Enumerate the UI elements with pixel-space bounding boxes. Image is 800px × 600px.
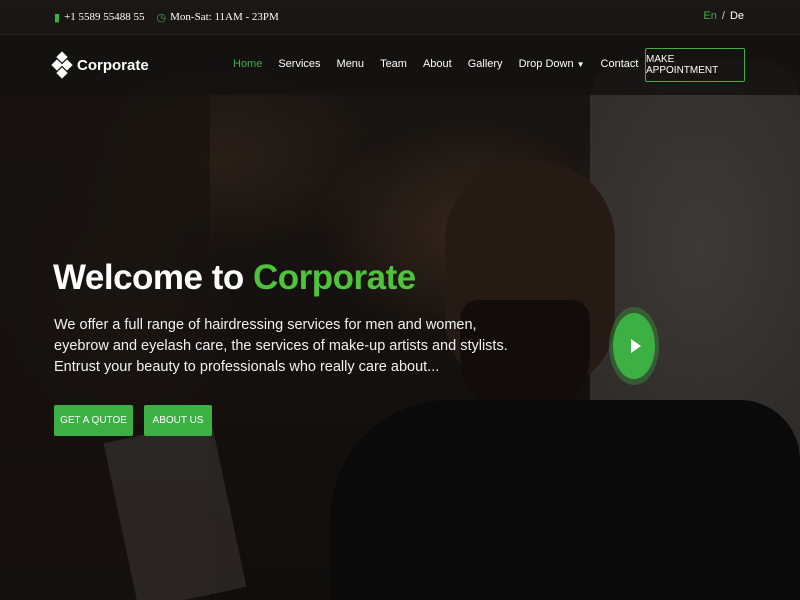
business-hours: Mon-Sat: 11AM - 23PM: [170, 11, 279, 23]
brand-name: Corporate: [77, 56, 149, 74]
phone-icon: ▮: [54, 11, 61, 24]
diamond-logo-icon: [51, 51, 73, 79]
play-button-inner: [613, 313, 655, 379]
nav-dropdown-label: Drop Down: [518, 58, 574, 70]
hours-info: ◷ Mon-Sat: 11AM - 23PM: [157, 11, 279, 24]
nav-dropdown[interactable]: Drop Down ▼: [519, 58, 585, 70]
nav-contact[interactable]: Contact: [601, 58, 639, 70]
make-appointment-button[interactable]: MAKE APPOINTMENT: [645, 48, 745, 82]
main-menu: Home Services Menu Team About Gallery Dr…: [233, 58, 654, 70]
language-switcher: En / De: [703, 10, 744, 22]
hero-title: Welcome to Corporate: [53, 258, 416, 298]
hero-description: We offer a full range of hairdressing se…: [54, 317, 508, 375]
lang-de[interactable]: De: [730, 10, 744, 22]
navbar: Corporate Home Services Menu Team About …: [0, 34, 800, 95]
nav-services[interactable]: Services: [278, 58, 320, 70]
chevron-down-icon: ▼: [576, 60, 585, 69]
nav-gallery[interactable]: Gallery: [468, 58, 503, 70]
nav-menu[interactable]: Menu: [337, 58, 365, 70]
top-bar: ▮ +1 5589 55488 55 ◷ Mon-Sat: 11AM - 23P…: [0, 0, 800, 34]
lang-en[interactable]: En: [703, 10, 716, 22]
brand-logo[interactable]: Corporate: [51, 51, 149, 79]
nav-about[interactable]: About: [423, 58, 452, 70]
get-quote-button[interactable]: GET A QUTOE: [54, 405, 133, 436]
hero-title-prefix: Welcome to: [53, 258, 244, 297]
play-icon: [630, 339, 641, 353]
play-video-button[interactable]: [609, 307, 659, 385]
lang-separator: /: [721, 10, 725, 22]
phone-info: ▮ +1 5589 55488 55: [54, 11, 145, 24]
hero-title-accent: Corporate: [253, 258, 416, 297]
about-us-button[interactable]: ABOUT US: [144, 405, 212, 436]
nav-home[interactable]: Home: [233, 58, 262, 70]
nav-team[interactable]: Team: [380, 58, 407, 70]
clock-icon: ◷: [156, 11, 167, 24]
phone-number: +1 5589 55488 55: [64, 11, 145, 23]
